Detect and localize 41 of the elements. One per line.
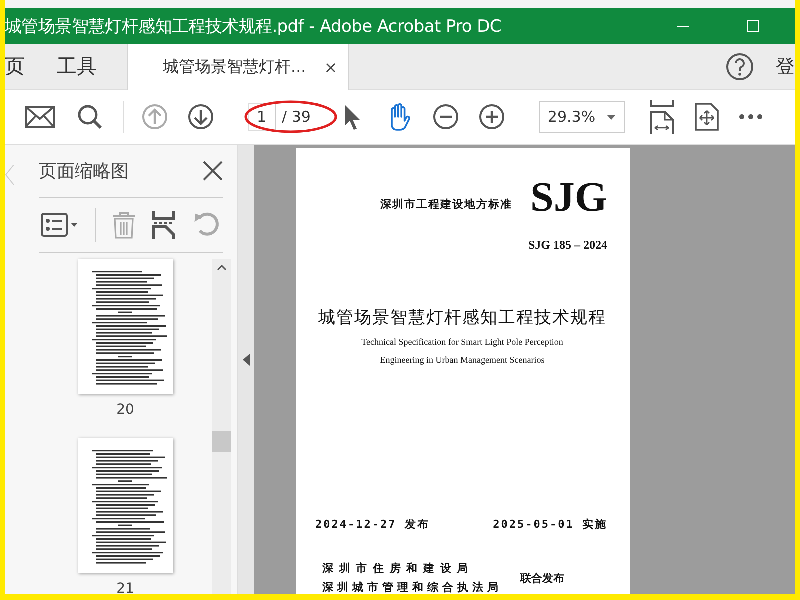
- page-number-label: 21: [116, 580, 134, 594]
- chevron-up-icon[interactable]: [216, 265, 226, 271]
- issuing-authority: 深圳城市管理和综合执法局: [322, 581, 502, 594]
- page-thumbnail[interactable]: [78, 438, 173, 573]
- maximize-icon[interactable]: [747, 20, 759, 32]
- issuing-authority: 深 圳 市 住 房 和 建 设 局: [322, 562, 470, 575]
- standard-code: SJG 185 – 2024: [527, 237, 608, 254]
- english-title: Engineering in Urban Management Scenarios: [379, 355, 546, 365]
- zoom-out-icon[interactable]: [432, 104, 459, 130]
- page-number-label: 20: [116, 401, 134, 420]
- standard-logo: SJG: [530, 178, 608, 218]
- standard-series-label: 深圳市工程建设地方标准: [380, 197, 512, 213]
- effective-date: 2025-05-01 实施: [493, 517, 608, 532]
- issue-date: 2024-12-27 发布: [316, 517, 430, 532]
- zoom-dropdown[interactable]: 29.3%: [538, 101, 625, 133]
- more-icon[interactable]: [738, 114, 763, 120]
- window-title: 城管场景智慧灯杆感知工程技术规程.pdf - Adobe Acrobat Pro DC: [5, 16, 502, 38]
- page-count: / 39: [281, 108, 311, 126]
- close-icon[interactable]: [203, 161, 223, 181]
- search-icon[interactable]: [77, 104, 103, 130]
- close-tab-button[interactable]: ×: [324, 58, 338, 76]
- scrollbar[interactable]: [212, 259, 231, 594]
- scrollbar-thumb[interactable]: [212, 431, 231, 452]
- joint-issue-label: 联合发布: [520, 570, 564, 586]
- fit-page-icon[interactable]: [648, 100, 675, 134]
- sign-in-link[interactable]: 登: [776, 54, 795, 80]
- help-icon[interactable]: [726, 52, 754, 80]
- split-page-icon[interactable]: [152, 211, 176, 239]
- document-title: 城管场景智慧灯杆感知工程技术规程: [318, 307, 608, 329]
- full-screen-icon[interactable]: [694, 103, 719, 131]
- caret-icon: [606, 114, 616, 120]
- left-triangle-icon: [242, 354, 250, 366]
- options-menu-icon[interactable]: [41, 213, 79, 237]
- panel-title: 页面缩略图: [39, 160, 129, 183]
- english-title: Technical Specification for Smart Light Pole Perception: [360, 337, 564, 347]
- mail-icon[interactable]: [25, 106, 55, 128]
- tab[interactable]: 城管场景智慧灯杆... ×: [127, 44, 349, 90]
- tab[interactable]: 工具: [41, 44, 113, 89]
- page-thumbnail[interactable]: [78, 259, 173, 394]
- zoom-in-icon[interactable]: [478, 104, 505, 130]
- tab[interactable]: 页: [5, 44, 41, 89]
